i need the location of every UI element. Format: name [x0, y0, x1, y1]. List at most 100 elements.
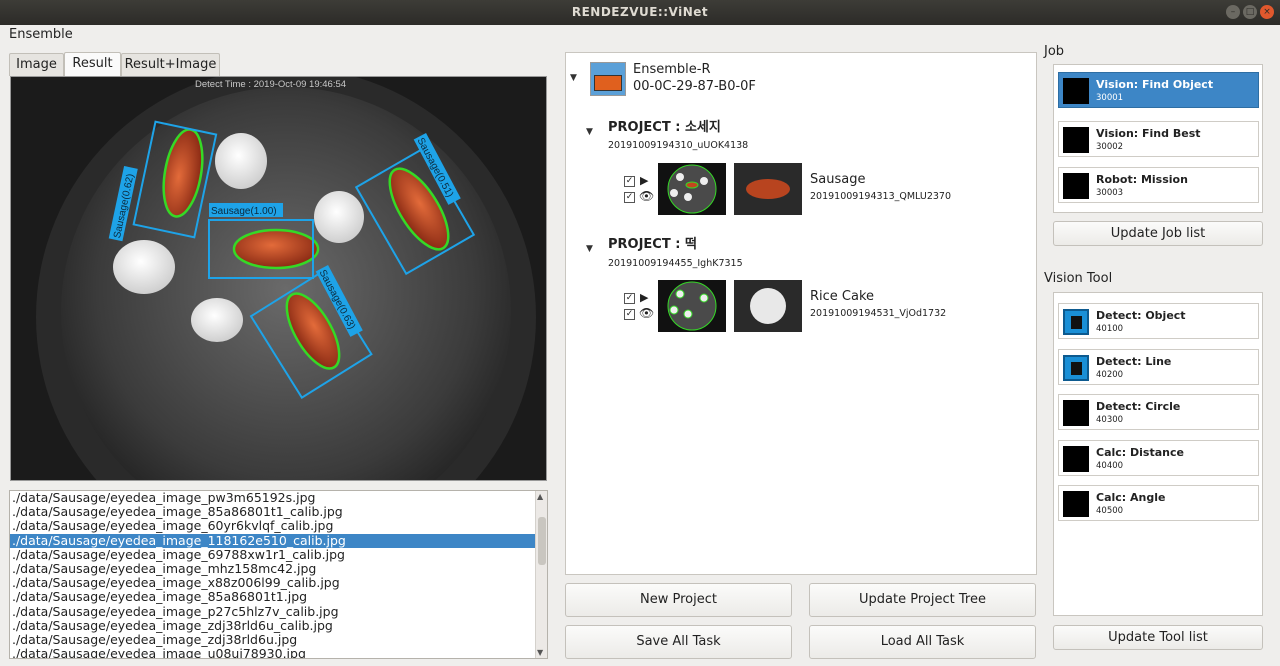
tool-item-label: Detect: Line [1096, 355, 1172, 368]
list-item[interactable]: ./data/Sausage/eyedea_image_60yr6kvlqf_c… [10, 519, 547, 533]
job-item-code: 30001 [1096, 93, 1124, 103]
project-tree[interactable]: ▼ Ensemble-R 00-0C-29-87-B0-0F ▼ PROJECT… [565, 52, 1037, 575]
list-item[interactable]: ./data/Sausage/eyedea_image_zdj38rld6u_c… [10, 618, 547, 633]
tool-item-code: 40500 [1096, 506, 1124, 516]
task-result-thumbnail [658, 163, 726, 215]
title-bar: RENDEZVUE::ViNet – □ × [0, 0, 1280, 25]
list-item[interactable]: ./data/Sausage/eyedea_image_p27c5hlz7v_c… [10, 604, 547, 619]
robot-device-icon [590, 62, 626, 96]
job-item-find-object[interactable]: Vision: Find Object 30001 [1058, 72, 1259, 108]
eye-icon[interactable]: 👁 [639, 306, 654, 320]
device-name: Ensemble-R [633, 62, 711, 77]
vision-tool-list[interactable]: Detect: Object 40100 Detect: Line 40200 … [1053, 292, 1263, 616]
tool-item-label: Detect: Object [1096, 309, 1186, 322]
project-id: 20191009194310_uUOK4138 [608, 140, 749, 151]
task-result-thumbnail [658, 280, 726, 332]
update-project-tree-button[interactable]: Update Project Tree [809, 583, 1036, 617]
expand-caret-icon[interactable]: ▼ [570, 73, 577, 83]
save-all-task-button[interactable]: Save All Task [565, 625, 792, 659]
scroll-up-icon[interactable]: ▲ [537, 492, 543, 501]
minimize-icon: – [1230, 7, 1236, 17]
job-list[interactable]: Vision: Find Object 30001 Vision: Find B… [1053, 64, 1263, 213]
new-project-button[interactable]: New Project [565, 583, 792, 617]
detect-label: Sausage(1.00) [211, 206, 277, 217]
list-item[interactable]: ./data/Sausage/eyedea_image_mhz158mc42.j… [10, 561, 547, 576]
vision-tool-label: Vision Tool [1044, 271, 1113, 286]
load-all-task-button[interactable]: Load All Task [809, 625, 1036, 659]
expand-caret-icon[interactable]: ▼ [586, 127, 593, 137]
tab-result[interactable]: Result [64, 52, 121, 76]
task-sample-thumbnail [734, 280, 802, 332]
tool-item-calc-distance[interactable]: Calc: Distance 40400 [1058, 440, 1259, 476]
black-square-icon [1063, 78, 1089, 104]
rice-cake [215, 133, 267, 189]
task-view-checkbox[interactable]: ✓ [624, 309, 635, 320]
job-item-label: Vision: Find Object [1096, 78, 1214, 91]
task-sample-thumbnail [734, 163, 802, 215]
detect-line-icon [1063, 355, 1089, 381]
tool-item-detect-object[interactable]: Detect: Object 40100 [1058, 303, 1259, 339]
rice-cake [113, 240, 175, 294]
maximize-button[interactable]: □ [1243, 5, 1257, 19]
list-item[interactable]: ./data/Sausage/eyedea_image_85a86801t1.j… [10, 590, 547, 604]
job-item-code: 30002 [1096, 142, 1124, 152]
list-item[interactable]: ./data/Sausage/eyedea_image_u08ui78930.j… [10, 646, 547, 658]
tool-item-label: Calc: Angle [1096, 491, 1166, 504]
play-icon[interactable]: ▶ [640, 291, 648, 304]
black-square-icon [1063, 491, 1089, 517]
task-run-checkbox[interactable]: ✓ [624, 176, 635, 187]
job-item-code: 30003 [1096, 188, 1124, 198]
list-item-selected[interactable]: ./data/Sausage/eyedea_image_118162e510_c… [10, 533, 547, 548]
task-view-checkbox[interactable]: ✓ [624, 192, 635, 203]
project-heading: PROJECT : 소세지 [608, 120, 721, 135]
maximize-icon: □ [1245, 7, 1255, 17]
list-item[interactable]: ./data/Sausage/eyedea_image_69788xw1r1_c… [10, 547, 547, 562]
file-list-scrollbar[interactable]: ▲ ▼ [535, 491, 547, 658]
menu-ensemble[interactable]: Ensemble [9, 27, 73, 42]
tool-item-detect-line[interactable]: Detect: Line 40200 [1058, 349, 1259, 385]
result-image-view[interactable]: Detect Time : 2019-Oct-09 19:46:54 Sausa… [10, 76, 547, 481]
task-run-checkbox[interactable]: ✓ [624, 293, 635, 304]
list-item[interactable]: ./data/Sausage/eyedea_image_zdj38rld6u.j… [10, 632, 547, 647]
list-item[interactable]: ./data/Sausage/eyedea_image_85a86801t1_c… [10, 505, 547, 519]
tab-result-image[interactable]: Result+Image [121, 53, 220, 76]
list-item[interactable]: ./data/Sausage/eyedea_image_x88z006l99_c… [10, 576, 547, 590]
close-button[interactable]: × [1260, 5, 1274, 19]
list-item[interactable]: ./data/Sausage/eyedea_image_pw3m65192s.j… [10, 491, 547, 505]
update-tool-list-button[interactable]: Update Tool list [1053, 625, 1263, 650]
black-square-icon [1063, 446, 1089, 472]
update-job-list-button[interactable]: Update Job list [1053, 221, 1263, 246]
rice-cake [191, 298, 243, 342]
rice-cake [314, 191, 364, 243]
job-label: Job [1044, 44, 1065, 59]
expand-caret-icon[interactable]: ▼ [586, 244, 593, 254]
task-name[interactable]: Sausage [810, 172, 865, 187]
tool-item-code: 40300 [1096, 415, 1124, 425]
tool-item-detect-circle[interactable]: Detect: Circle 40300 [1058, 394, 1259, 430]
tool-item-calc-angle[interactable]: Calc: Angle 40500 [1058, 485, 1259, 521]
scroll-down-icon[interactable]: ▼ [537, 648, 543, 657]
play-icon[interactable]: ▶ [640, 174, 648, 187]
project-id: 20191009194455_IghK7315 [608, 258, 743, 269]
black-square-icon [1063, 127, 1089, 153]
job-item-label: Vision: Find Best [1096, 127, 1201, 140]
task-id: 20191009194531_VjOd1732 [810, 308, 947, 319]
scrollbar-thumb[interactable] [538, 517, 546, 565]
file-list-rows: ./data/Sausage/eyedea_image_pw3m65192s.j… [10, 491, 547, 658]
detect-time-text: Detect Time : 2019-Oct-09 19:46:54 [195, 79, 346, 90]
image-file-list[interactable]: ./data/Sausage/eyedea_image_pw3m65192s.j… [9, 490, 548, 659]
result-image: Detect Time : 2019-Oct-09 19:46:54 Sausa… [11, 77, 546, 480]
eye-icon[interactable]: 👁 [639, 189, 654, 203]
minimize-button[interactable]: – [1226, 5, 1240, 19]
tool-item-code: 40400 [1096, 461, 1124, 471]
device-mac: 00-0C-29-87-B0-0F [633, 79, 756, 94]
tab-image[interactable]: Image [9, 53, 64, 76]
job-item-find-best[interactable]: Vision: Find Best 30002 [1058, 121, 1259, 157]
tool-item-code: 40100 [1096, 324, 1124, 334]
close-icon: × [1263, 7, 1271, 17]
job-item-robot-mission[interactable]: Robot: Mission 30003 [1058, 167, 1259, 203]
tool-item-label: Calc: Distance [1096, 446, 1184, 459]
job-item-label: Robot: Mission [1096, 173, 1188, 186]
task-name[interactable]: Rice Cake [810, 289, 874, 304]
menu-bar: Ensemble [0, 25, 1280, 45]
